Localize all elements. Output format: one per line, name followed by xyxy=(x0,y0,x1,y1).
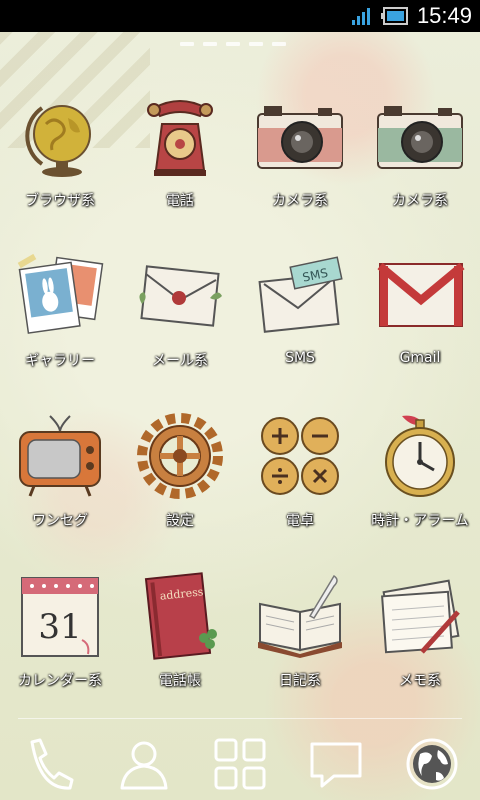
camera-green-icon xyxy=(377,106,463,169)
sms-envelope-icon: SMS xyxy=(258,256,343,333)
app-label: 電話 xyxy=(166,193,194,209)
calendar-icon: 31 xyxy=(21,577,99,657)
signal-bars-icon xyxy=(351,8,370,25)
app-label: カレンダー系 xyxy=(18,673,102,689)
tv-icon xyxy=(19,415,101,497)
status-bar: 15:49 xyxy=(0,0,480,32)
app-mail[interactable]: メール系 xyxy=(120,248,240,370)
app-label: ブラウザ系 xyxy=(25,193,95,209)
app-label: ギャラリー xyxy=(25,353,95,369)
app-label: 電卓 xyxy=(286,513,314,529)
app-label: メモ系 xyxy=(399,673,441,689)
browser-globe-icon[interactable] xyxy=(402,734,462,794)
diary-icon xyxy=(258,574,342,658)
page-dot xyxy=(203,42,217,46)
gmail-icon xyxy=(377,262,465,327)
app-label: 電話帳 xyxy=(159,673,201,689)
pocket-watch-icon xyxy=(385,415,455,497)
page-dot xyxy=(272,42,286,46)
battery-icon xyxy=(380,7,408,25)
app-label: Gmail xyxy=(399,350,441,366)
address-book-icon: address xyxy=(144,572,217,660)
app-memo[interactable]: メモ系 xyxy=(360,568,480,690)
speech-bubble-icon[interactable] xyxy=(306,734,366,794)
app-label: ワンセグ xyxy=(32,513,88,529)
app-camera-2[interactable]: カメラ系 xyxy=(360,88,480,210)
app-label: メール系 xyxy=(152,353,208,369)
calculator-buttons-icon xyxy=(261,417,339,495)
status-clock: 15:49 xyxy=(416,3,472,28)
app-clock-alarm[interactable]: 時計・アラーム xyxy=(360,408,480,530)
page-dot xyxy=(180,42,194,46)
app-gmail[interactable]: Gmail xyxy=(360,248,480,366)
globe-icon xyxy=(25,105,91,177)
app-settings[interactable]: 設定 xyxy=(120,408,240,530)
envelope-icon xyxy=(139,265,222,327)
app-calendar[interactable]: 31 カレンダー系 xyxy=(0,568,120,690)
app-gallery[interactable]: ギャラリー xyxy=(0,248,120,370)
app-sms[interactable]: SMS SMS xyxy=(240,248,360,366)
app-label: 設定 xyxy=(166,513,194,529)
memo-icon xyxy=(381,579,460,654)
app-phone[interactable]: 電話 xyxy=(120,88,240,210)
app-calculator[interactable]: 電卓 xyxy=(240,408,360,530)
dock xyxy=(0,728,480,800)
app-label: カメラ系 xyxy=(392,193,448,209)
app-drawer-grid-icon[interactable] xyxy=(210,734,270,794)
app-label: 日記系 xyxy=(279,673,321,689)
camera-pink-icon xyxy=(257,106,343,169)
app-diary[interactable]: 日記系 xyxy=(240,568,360,690)
page-dot xyxy=(226,42,240,46)
phone-handset-icon[interactable] xyxy=(18,734,78,794)
page-dot xyxy=(249,42,263,46)
page-indicator xyxy=(180,42,286,46)
calendar-day-text: 31 xyxy=(38,607,81,647)
app-label: 時計・アラーム xyxy=(371,513,469,529)
rotary-telephone-icon xyxy=(147,100,213,176)
dock-divider xyxy=(18,718,462,719)
app-label: カメラ系 xyxy=(272,193,328,209)
app-label: SMS xyxy=(285,350,315,366)
app-contacts-book[interactable]: address 電話帳 xyxy=(120,568,240,690)
contacts-person-icon[interactable] xyxy=(114,734,174,794)
gear-icon xyxy=(137,413,223,499)
app-camera-1[interactable]: カメラ系 xyxy=(240,88,360,210)
photos-icon xyxy=(17,253,104,334)
app-browser[interactable]: ブラウザ系 xyxy=(0,88,120,210)
app-oneseg-tv[interactable]: ワンセグ xyxy=(0,408,120,530)
